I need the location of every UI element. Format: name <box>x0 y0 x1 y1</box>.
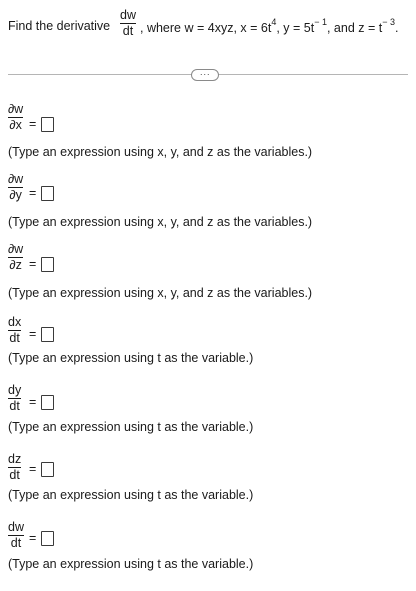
main-derivative-fraction: dw dt <box>120 9 136 38</box>
part4-denominator: dt <box>9 331 20 345</box>
part4-equals: = <box>29 327 37 341</box>
part6-hint: (Type an expression using t as the varia… <box>8 488 254 502</box>
part3-hint: (Type an expression using x, y, and z as… <box>8 286 313 300</box>
part6-numerator: dz <box>8 452 22 466</box>
part7-hint: (Type an expression using t as the varia… <box>8 557 254 571</box>
y-exponent: − 1 <box>314 17 327 27</box>
more-options-button[interactable]: ··· <box>191 69 219 81</box>
part2-fraction: ∂w ∂y <box>8 172 24 202</box>
question-function-defs: , where w = 4xyz, x = 6t4, y = 5t− 1, an… <box>140 17 399 36</box>
part5-fraction: dy dt <box>8 383 22 413</box>
part1-numerator: ∂w <box>8 102 24 116</box>
part3-fraction: ∂w ∂z <box>8 242 24 272</box>
part3-equals: = <box>29 257 37 271</box>
z-clause: , and z = t <box>326 21 383 36</box>
where-clause: , where w = 4xyz, x = 6t <box>140 21 272 36</box>
part1-answer-input[interactable] <box>41 117 54 132</box>
part2-equals: = <box>29 186 37 200</box>
part3-answer-input[interactable] <box>41 257 54 272</box>
part6-fraction: dz dt <box>8 452 22 482</box>
part7-answer-input[interactable] <box>41 531 54 546</box>
question-prefix: Find the derivative <box>8 19 111 33</box>
part3-denominator: ∂z <box>9 258 22 272</box>
part7-numerator: dw <box>8 520 24 534</box>
part5-answer-input[interactable] <box>41 395 54 410</box>
part1-fraction: ∂w ∂x <box>8 102 24 132</box>
part4-fraction: dx dt <box>8 315 22 345</box>
part5-equals: = <box>29 395 37 409</box>
question-end: . <box>394 21 399 36</box>
part5-denominator: dt <box>9 399 20 413</box>
part3-numerator: ∂w <box>8 242 24 256</box>
part6-equals: = <box>29 462 37 476</box>
part2-numerator: ∂w <box>8 172 24 186</box>
main-frac-denominator: dt <box>122 24 134 38</box>
part5-hint: (Type an expression using t as the varia… <box>8 420 254 434</box>
part1-denominator: ∂x <box>9 118 22 132</box>
part2-hint: (Type an expression using x, y, and z as… <box>8 215 313 229</box>
part7-fraction: dw dt <box>8 521 24 550</box>
part4-numerator: dx <box>8 315 22 329</box>
main-frac-numerator: dw <box>120 8 136 22</box>
part4-answer-input[interactable] <box>41 327 54 342</box>
x-exponent: 4 <box>271 17 277 27</box>
part2-answer-input[interactable] <box>41 186 54 201</box>
part1-hint: (Type an expression using x, y, and z as… <box>8 145 313 159</box>
part7-denominator: dt <box>10 536 22 550</box>
y-clause: , y = 5t <box>276 21 315 36</box>
part7-equals: = <box>29 531 37 545</box>
part2-denominator: ∂y <box>9 188 22 202</box>
part1-equals: = <box>29 117 37 131</box>
z-exponent: − 3 <box>382 17 395 27</box>
part4-hint: (Type an expression using t as the varia… <box>8 351 254 365</box>
part5-numerator: dy <box>8 383 22 397</box>
part6-denominator: dt <box>9 468 20 482</box>
part6-answer-input[interactable] <box>41 462 54 477</box>
